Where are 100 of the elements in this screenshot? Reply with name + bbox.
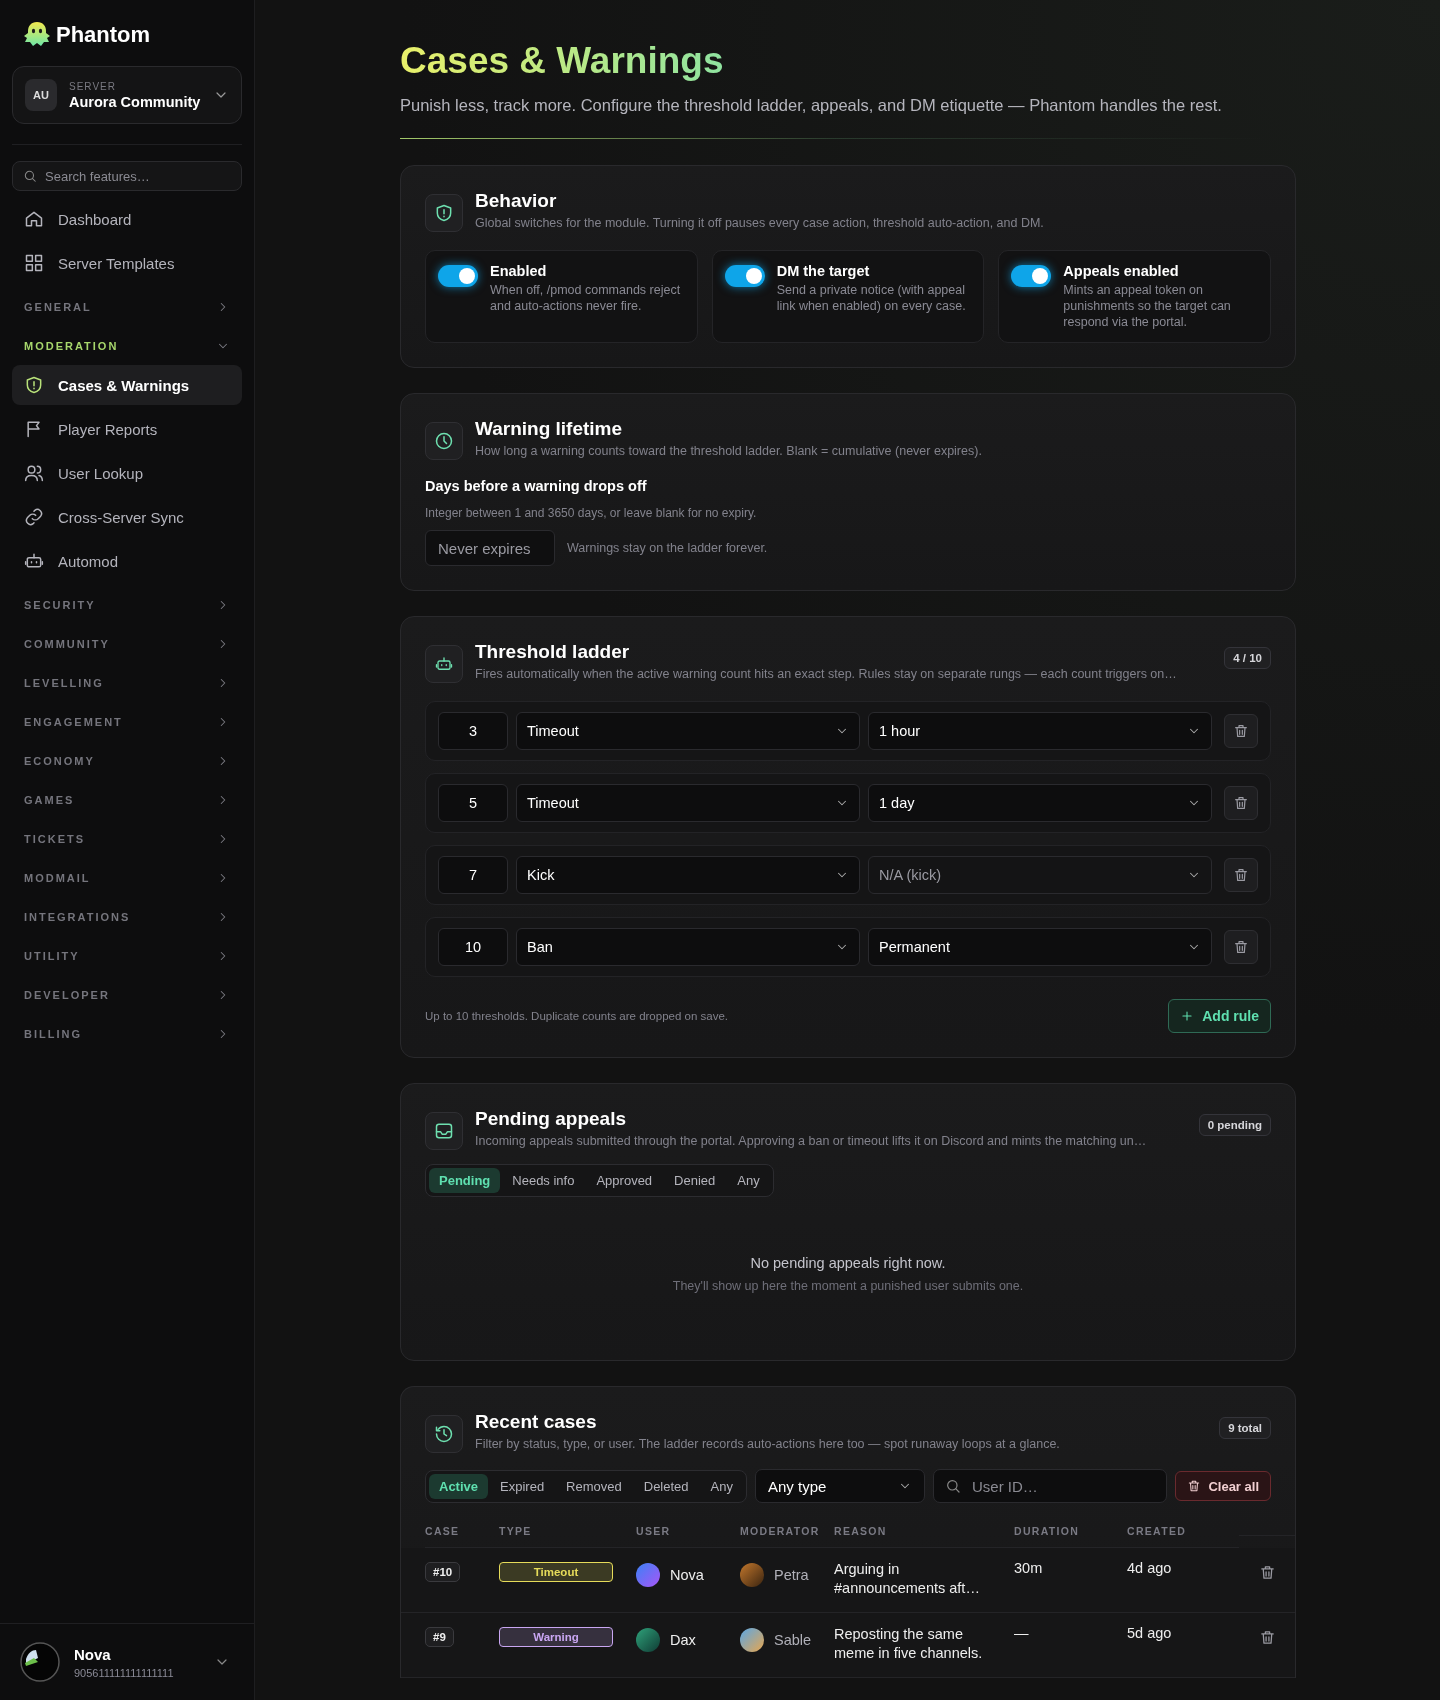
search-field[interactable]: Search features… bbox=[12, 161, 242, 191]
clock-icon bbox=[434, 431, 454, 451]
server-selector[interactable]: AU SERVER Aurora Community bbox=[12, 66, 242, 124]
trash-icon bbox=[1233, 939, 1249, 955]
nav-section[interactable]: MODMAIL bbox=[12, 858, 242, 897]
delete-button[interactable] bbox=[1224, 930, 1258, 964]
card-description: Fires automatically when the active warning count hits an exact step. Rules stay on separate rungs — each count triggers on… bbox=[475, 667, 1178, 681]
action-select[interactable]: Ban bbox=[516, 928, 860, 966]
card-title: Threshold ladder bbox=[475, 641, 631, 663]
field-hint: Integer between 1 and 3650 days, or leave blank for no expiry. bbox=[425, 506, 758, 520]
filter-tab[interactable]: Approved bbox=[586, 1168, 663, 1193]
user-avatar bbox=[20, 1642, 60, 1682]
nav-section[interactable]: UTILITY bbox=[12, 936, 242, 975]
case-number: #10 bbox=[425, 1562, 461, 1582]
nav-section[interactable]: INTEGRATIONS bbox=[12, 897, 242, 936]
action-select[interactable]: Kick bbox=[516, 856, 860, 894]
delete-button[interactable] bbox=[1224, 786, 1258, 820]
card-title: Recent cases bbox=[475, 1411, 598, 1433]
trash-icon bbox=[1233, 723, 1249, 739]
type-select[interactable]: Any type bbox=[754, 1469, 925, 1503]
nav-item[interactable]: Dashboard bbox=[12, 199, 242, 239]
field-label: Days before a warning drops off bbox=[425, 478, 648, 494]
action-select[interactable]: Timeout bbox=[516, 784, 860, 822]
empty-title: No pending appeals right now. bbox=[749, 1255, 947, 1271]
nav-section[interactable]: COMMUNITY bbox=[12, 624, 242, 663]
days-input[interactable]: Never expires bbox=[425, 530, 555, 566]
count-input[interactable]: 3 bbox=[438, 712, 508, 750]
trash-icon bbox=[1233, 795, 1249, 811]
user-name: Nova bbox=[74, 1645, 112, 1663]
robot-icon bbox=[24, 551, 44, 571]
nav-section[interactable]: TICKETS bbox=[12, 819, 242, 858]
reason-text: Reposting the same meme in five channels. bbox=[834, 1625, 984, 1663]
nav-section[interactable]: ENGAGEMENT bbox=[12, 702, 242, 741]
search-icon bbox=[23, 169, 37, 183]
nav-section[interactable]: SECURITY bbox=[12, 585, 242, 624]
count-input[interactable]: 5 bbox=[438, 784, 508, 822]
type-tag: Timeout bbox=[499, 1562, 613, 1582]
duration-select[interactable]: 1 hour bbox=[868, 712, 1212, 750]
nav-item[interactable]: Cross-Server Sync bbox=[12, 497, 242, 537]
duration-text: 30m bbox=[1014, 1560, 1044, 1576]
count-badge: 9 total bbox=[1219, 1417, 1271, 1439]
filter-tab[interactable]: Any bbox=[727, 1168, 770, 1193]
filter-tab[interactable]: Active bbox=[429, 1473, 489, 1499]
search-icon bbox=[944, 1478, 961, 1494]
duration-select: N/A (kick) bbox=[868, 856, 1212, 894]
filter-tab[interactable]: Removed bbox=[556, 1473, 632, 1499]
nav-item[interactable]: User Lookup bbox=[12, 453, 242, 493]
filter-tab[interactable]: Deleted bbox=[633, 1473, 699, 1499]
plus-icon bbox=[1180, 1009, 1195, 1023]
delete-button[interactable] bbox=[1224, 858, 1258, 892]
nav-section[interactable]: BILLING bbox=[12, 1014, 242, 1053]
card-description: Incoming appeals submitted through the portal. Approving a ban or timeout lifts it on Discord and mints the matching un… bbox=[475, 1134, 1148, 1148]
shield-icon bbox=[24, 375, 44, 395]
toggle-label: Appeals enabled bbox=[1063, 263, 1180, 279]
type-tag: Warning bbox=[499, 1627, 613, 1647]
nav-item[interactable]: Cases & Warnings bbox=[12, 365, 242, 405]
link-icon bbox=[24, 507, 44, 527]
count-input[interactable]: 10 bbox=[438, 928, 508, 966]
nav-item[interactable]: Server Templates bbox=[12, 243, 242, 283]
count-badge: 4 / 10 bbox=[1224, 647, 1271, 669]
created-time: 5d ago bbox=[1127, 1625, 1173, 1641]
count-input[interactable]: 7 bbox=[438, 856, 508, 894]
clear-all-button[interactable]: Clear all bbox=[1175, 1471, 1271, 1501]
inbox-icon bbox=[434, 1121, 454, 1141]
count-badge: 0 pending bbox=[1198, 1114, 1271, 1136]
duration-select[interactable]: 1 day bbox=[868, 784, 1212, 822]
brand-name: Phantom bbox=[56, 22, 151, 48]
card-description: How long a warning counts toward the threshold ladder. Blank = cumulative (never expires). bbox=[475, 444, 983, 458]
nav-section[interactable]: GENERAL bbox=[12, 287, 242, 326]
nav-section[interactable]: ECONOMY bbox=[12, 741, 242, 780]
nav-item[interactable]: Player Reports bbox=[12, 409, 242, 449]
filter-tab[interactable]: Any bbox=[700, 1473, 743, 1499]
nav-section[interactable]: LEVELLING bbox=[12, 663, 242, 702]
user-id-field[interactable]: User ID… bbox=[932, 1469, 1168, 1503]
toggle-switch[interactable] bbox=[438, 265, 478, 287]
trash-icon bbox=[1258, 1564, 1276, 1581]
card-title: Behavior bbox=[475, 190, 558, 212]
field-note: Warnings stay on the ladder forever. bbox=[567, 541, 768, 555]
filter-tab[interactable]: Expired bbox=[490, 1473, 555, 1499]
user-name: Dax bbox=[670, 1632, 696, 1648]
avatar bbox=[636, 1628, 660, 1652]
toggle-switch[interactable] bbox=[724, 265, 765, 287]
filter-tab[interactable]: Needs info bbox=[502, 1168, 585, 1193]
delete-button[interactable] bbox=[1224, 714, 1258, 748]
nav-section[interactable]: DEVELOPER bbox=[12, 975, 242, 1014]
avatar bbox=[636, 1563, 660, 1587]
duration-select[interactable]: Permanent bbox=[868, 928, 1212, 966]
nav-section[interactable]: MODERATION bbox=[12, 326, 242, 365]
add-rule-button[interactable]: Add rule bbox=[1168, 999, 1271, 1033]
toggle-switch[interactable] bbox=[1011, 265, 1052, 287]
nav-section[interactable]: GAMES bbox=[12, 780, 242, 819]
empty-text: They'll show up here the moment a punished user submits one. bbox=[671, 1279, 1025, 1293]
history-icon bbox=[434, 1424, 454, 1444]
action-select[interactable]: Timeout bbox=[516, 712, 860, 750]
filter-tab[interactable]: Denied bbox=[664, 1168, 726, 1193]
trash-icon bbox=[1258, 1629, 1276, 1646]
filter-tab[interactable]: Pending bbox=[429, 1168, 501, 1193]
grid-icon bbox=[24, 253, 44, 273]
case-number: #9 bbox=[425, 1627, 454, 1647]
nav-item[interactable]: Automod bbox=[12, 541, 242, 581]
